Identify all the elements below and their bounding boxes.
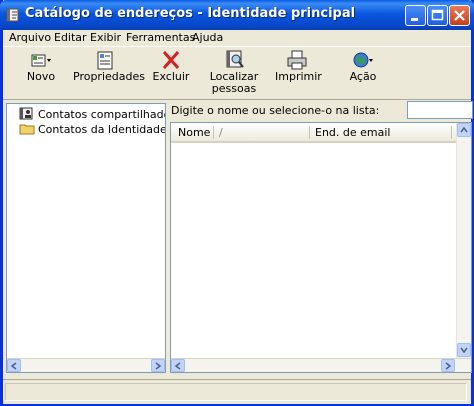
tree-item-main-identity[interactable]: Contatos da Identidade principal — [19, 122, 166, 136]
tree-item-shared-contacts[interactable]: Contatos compartilhados — [19, 107, 166, 121]
action-globe-icon — [353, 52, 373, 68]
window-title: Catálogo de endereços - Identidade princ… — [25, 6, 356, 21]
excluir-label: Excluir — [152, 70, 190, 83]
list-header: Nome / End. de email — [171, 123, 457, 143]
address-book-window: Catálogo de endereços - Identidade princ… — [0, 0, 474, 406]
column-divider[interactable] — [213, 126, 214, 139]
localizar-pessoas-button[interactable]: Localizar pessoas — [207, 49, 261, 95]
folder-icon — [19, 124, 35, 135]
imprimir-label: Imprimir — [275, 70, 322, 83]
arrow-right-icon — [445, 362, 452, 370]
arrow-down-icon — [460, 347, 468, 354]
tree-item-label: Contatos compartilhados — [38, 108, 166, 121]
pessoas-label: pessoas — [211, 82, 257, 95]
find-people-icon — [226, 50, 244, 68]
search-prompt: Digite o nome ou selecione-o na lista: — [171, 104, 380, 117]
scroll-left-button[interactable] — [7, 359, 21, 372]
arrow-up-icon — [460, 126, 468, 133]
new-contact-icon — [31, 54, 51, 67]
scroll-down-button[interactable] — [457, 343, 471, 357]
shared-contacts-icon — [19, 107, 33, 120]
arrow-left-icon — [10, 362, 17, 370]
status-bar — [3, 379, 471, 404]
menu-exibir[interactable]: Exibir — [90, 31, 121, 44]
menu-ajuda[interactable]: Ajuda — [192, 31, 223, 44]
tree-item-label: Contatos da Identidade principal — [38, 123, 166, 136]
list-vertical-scrollbar[interactable] — [456, 123, 471, 358]
title-bar[interactable]: Catálogo de endereços - Identidade princ… — [0, 0, 474, 30]
menu-arquivo[interactable]: Arquivo — [9, 31, 51, 44]
minimize-button[interactable] — [405, 5, 426, 26]
scroll-up-button[interactable] — [457, 123, 471, 137]
tree-horizontal-scrollbar[interactable] — [7, 358, 165, 372]
novo-label: Novo — [26, 70, 56, 83]
menu-ferramentas[interactable]: Ferramentas — [126, 31, 195, 44]
contact-list[interactable]: Nome / End. de email — [170, 122, 472, 373]
propriedades-label: Propriedades — [73, 70, 145, 83]
scroll-right-button[interactable] — [441, 359, 455, 372]
imprimir-button[interactable]: Imprimir — [275, 49, 322, 83]
search-input[interactable] — [407, 101, 473, 119]
list-horizontal-scrollbar[interactable] — [171, 358, 471, 372]
novo-button[interactable]: Novo — [21, 49, 61, 83]
column-email[interactable]: End. de email — [315, 126, 390, 139]
column-nome[interactable]: Nome — [178, 126, 210, 139]
sort-indicator-icon: / — [219, 126, 223, 139]
properties-icon — [97, 51, 113, 70]
minimize-icon — [411, 18, 418, 21]
scroll-left-button[interactable] — [171, 359, 185, 372]
column-divider[interactable] — [451, 126, 452, 139]
column-divider[interactable] — [309, 126, 310, 139]
status-cell — [5, 383, 467, 401]
printer-icon — [287, 50, 307, 70]
acao-label: Ação — [349, 70, 377, 83]
arrow-right-icon — [155, 362, 162, 370]
toolbar: Novo Propriedades Excluir Localizar pess… — [3, 46, 471, 100]
maximize-icon — [431, 9, 444, 21]
menu-editar[interactable]: Editar — [54, 31, 87, 44]
propriedades-button[interactable]: Propriedades — [73, 49, 145, 83]
delete-icon — [162, 51, 180, 69]
folder-tree[interactable]: Contatos compartilhados Contatos da Iden… — [6, 103, 166, 373]
close-icon — [454, 10, 465, 21]
excluir-button[interactable]: Excluir — [151, 49, 191, 83]
address-book-icon — [6, 8, 19, 22]
maximize-button[interactable] — [427, 5, 448, 26]
close-button[interactable] — [449, 5, 470, 26]
acao-button[interactable]: Ação — [345, 49, 381, 83]
scroll-right-button[interactable] — [151, 359, 165, 372]
arrow-left-icon — [174, 362, 181, 370]
menu-bar: Arquivo Editar Exibir Ferramentas Ajuda — [3, 30, 471, 46]
